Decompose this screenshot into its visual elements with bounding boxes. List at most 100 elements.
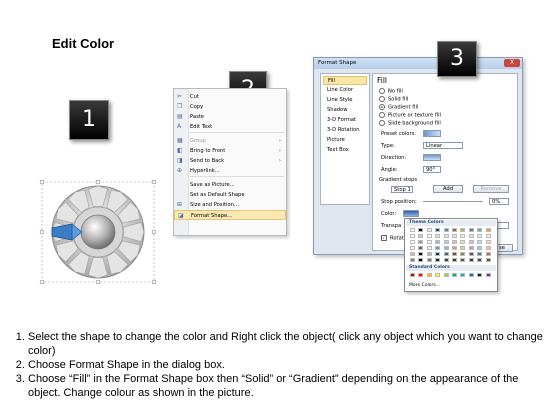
add-stop-button[interactable]: Add <box>433 185 463 193</box>
standard-color-swatch[interactable] <box>410 273 415 277</box>
standard-color-swatch[interactable] <box>426 273 432 277</box>
theme-color-swatch[interactable] <box>426 228 432 232</box>
context-menu-item[interactable]: ✂ Cut <box>174 92 286 102</box>
radio-solid-fill[interactable]: Solid fill <box>379 96 408 103</box>
theme-color-swatch[interactable] <box>418 252 424 256</box>
theme-color-swatch[interactable] <box>426 258 432 262</box>
context-menu-item[interactable]: ⊕ Hyperlink... <box>174 166 286 176</box>
standard-color-swatch[interactable] <box>435 273 441 277</box>
standard-color-swatch[interactable] <box>443 273 449 277</box>
theme-color-swatch[interactable] <box>418 240 424 244</box>
theme-color-swatch[interactable] <box>443 234 449 238</box>
context-menu-item[interactable]: ▦ Group › <box>174 136 286 146</box>
theme-color-swatch[interactable] <box>477 228 483 232</box>
theme-color-swatch[interactable] <box>485 234 491 238</box>
theme-color-swatch[interactable] <box>485 228 491 232</box>
theme-color-swatch[interactable] <box>418 246 424 250</box>
theme-color-swatch[interactable] <box>460 252 466 256</box>
theme-color-swatch[interactable] <box>477 240 483 244</box>
theme-color-swatch[interactable] <box>410 246 415 250</box>
context-menu-item[interactable]: A Edit Text <box>174 122 286 132</box>
theme-color-swatch[interactable] <box>485 258 491 262</box>
context-menu-item[interactable]: ❐ Copy <box>174 102 286 112</box>
nav-text-box[interactable]: Text Box <box>323 146 367 155</box>
standard-color-swatch[interactable] <box>477 273 483 277</box>
theme-color-swatch[interactable] <box>443 252 449 256</box>
theme-color-swatch[interactable] <box>477 246 483 250</box>
theme-color-swatch[interactable] <box>426 252 432 256</box>
color-dropdown[interactable] <box>403 210 419 217</box>
theme-color-swatch[interactable] <box>485 246 491 250</box>
theme-color-swatch[interactable] <box>435 246 441 250</box>
theme-color-swatch[interactable] <box>410 258 415 262</box>
theme-color-swatch[interactable] <box>452 258 457 262</box>
context-menu-item[interactable]: ◨ Send to Back › <box>174 156 286 166</box>
radio-picture-fill[interactable]: Picture or texture fill <box>379 112 441 119</box>
theme-color-swatch[interactable] <box>426 246 432 250</box>
theme-color-swatch[interactable] <box>418 228 424 232</box>
theme-color-swatch[interactable] <box>460 258 466 262</box>
context-menu-item[interactable]: Save as Picture... <box>174 180 286 190</box>
theme-color-swatch[interactable] <box>452 234 457 238</box>
theme-color-swatch[interactable] <box>468 240 474 244</box>
nav-picture[interactable]: Picture <box>323 136 367 145</box>
more-colors-link[interactable]: More Colors... <box>409 283 440 288</box>
direction-dropdown[interactable] <box>423 154 441 161</box>
theme-color-swatch[interactable] <box>443 228 449 232</box>
theme-color-swatch[interactable] <box>477 258 483 262</box>
nav-shadow[interactable]: Shadow <box>323 106 367 115</box>
theme-color-swatch[interactable] <box>460 246 466 250</box>
type-dropdown[interactable]: Linear <box>423 142 463 149</box>
context-menu-item[interactable]: Set as Default Shape <box>174 190 286 200</box>
nav-line-color[interactable]: Line Color <box>323 86 367 95</box>
theme-color-swatch[interactable] <box>468 228 474 232</box>
stop-position-input[interactable]: 0% <box>489 198 509 205</box>
nav-3d-format[interactable]: 3-D Format <box>323 116 367 125</box>
radio-no-fill[interactable]: No fill <box>379 88 403 95</box>
context-menu-item[interactable]: ⊞ Size and Position... <box>174 200 286 210</box>
theme-color-swatch[interactable] <box>443 258 449 262</box>
stop-dropdown[interactable]: Stop 1 <box>391 186 413 193</box>
standard-color-swatch[interactable] <box>485 273 491 277</box>
theme-color-swatch[interactable] <box>485 252 491 256</box>
theme-color-swatch[interactable] <box>443 246 449 250</box>
standard-color-swatch[interactable] <box>452 273 457 277</box>
radio-slide-bg-fill[interactable]: Slide background fill <box>379 120 441 127</box>
theme-color-swatch[interactable] <box>410 228 415 232</box>
remove-stop-button[interactable]: Remove <box>473 185 509 193</box>
theme-color-swatch[interactable] <box>460 240 466 244</box>
theme-color-swatch[interactable] <box>452 240 457 244</box>
theme-color-swatch[interactable] <box>410 252 415 256</box>
preset-colors-dropdown[interactable] <box>423 130 441 137</box>
theme-color-swatch[interactable] <box>418 234 424 238</box>
context-menu-item[interactable]: ◧ Bring to Front › <box>174 146 286 156</box>
theme-color-swatch[interactable] <box>477 234 483 238</box>
theme-color-swatch[interactable] <box>410 240 415 244</box>
theme-color-swatch[interactable] <box>477 252 483 256</box>
nav-line-style[interactable]: Line Style <box>323 96 367 105</box>
theme-color-swatch[interactable] <box>468 258 474 262</box>
theme-color-swatch[interactable] <box>435 228 441 232</box>
context-menu-item[interactable]: ▤ Paste <box>174 112 286 122</box>
theme-color-swatch[interactable] <box>426 234 432 238</box>
nav-fill[interactable]: Fill <box>323 76 367 85</box>
radio-gradient-fill[interactable]: Gradient fill <box>379 104 418 111</box>
theme-color-swatch[interactable] <box>452 252 457 256</box>
standard-color-swatch[interactable] <box>468 273 474 277</box>
circular-diagram[interactable] <box>38 178 158 286</box>
theme-color-swatch[interactable] <box>485 240 491 244</box>
theme-color-swatch[interactable] <box>468 252 474 256</box>
angle-input[interactable]: 90° <box>423 166 441 173</box>
theme-color-swatch[interactable] <box>418 258 424 262</box>
theme-color-swatch[interactable] <box>410 234 415 238</box>
stop-position-slider[interactable] <box>423 201 483 202</box>
theme-color-swatch[interactable] <box>452 246 457 250</box>
theme-color-swatch[interactable] <box>460 228 466 232</box>
theme-color-swatch[interactable] <box>452 228 457 232</box>
theme-color-swatch[interactable] <box>426 240 432 244</box>
close-icon[interactable]: X <box>504 59 520 67</box>
theme-color-swatch[interactable] <box>460 234 466 238</box>
standard-color-swatch[interactable] <box>418 273 424 277</box>
theme-color-swatch[interactable] <box>435 258 441 262</box>
theme-color-swatch[interactable] <box>435 252 441 256</box>
